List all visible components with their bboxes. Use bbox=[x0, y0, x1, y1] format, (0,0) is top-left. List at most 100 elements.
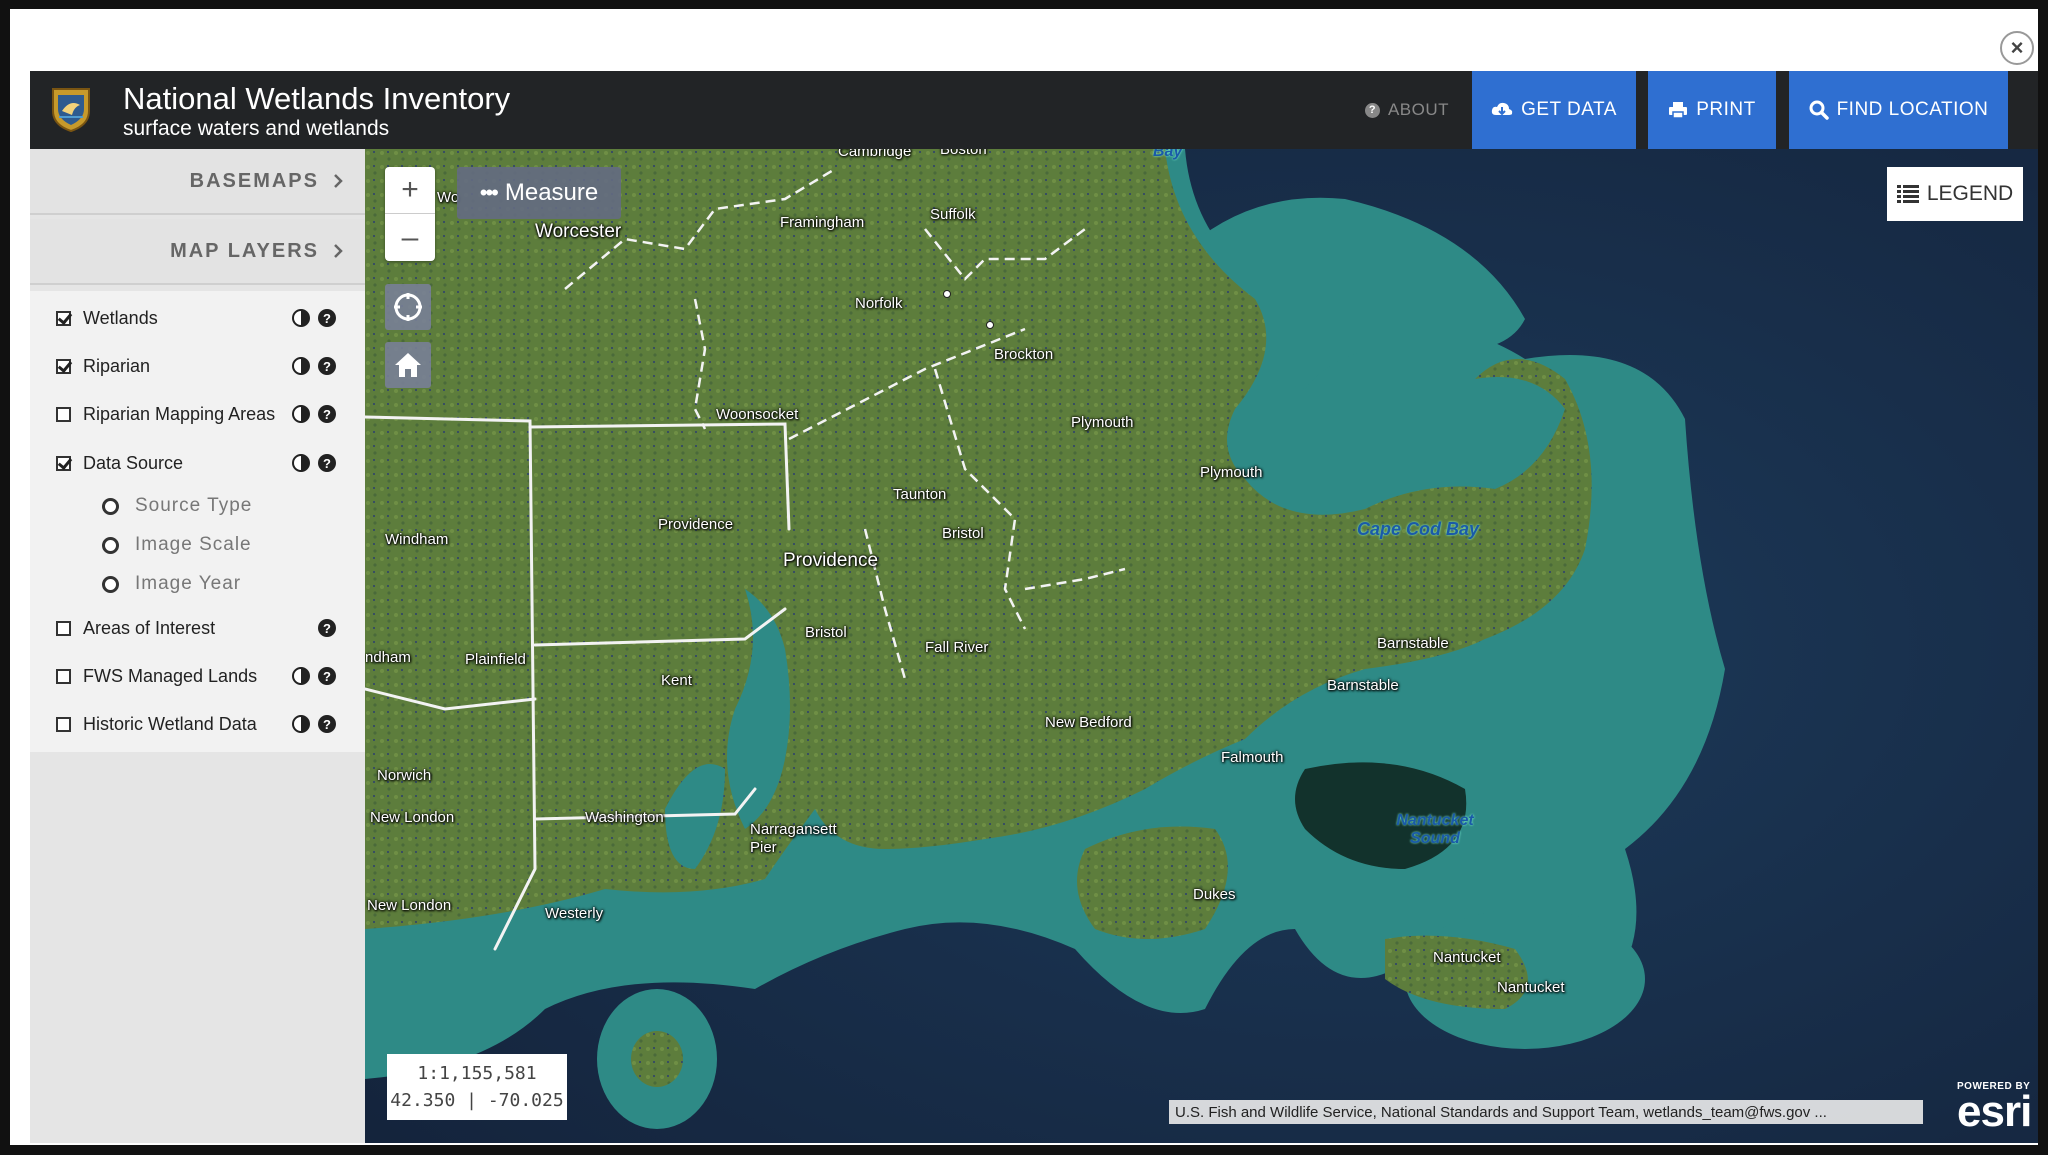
place-label: Barnstable bbox=[1377, 635, 1449, 652]
locate-button[interactable] bbox=[385, 284, 431, 330]
legend-button[interactable]: LEGEND bbox=[1887, 167, 2023, 221]
esri-logo: POWERED BY esri bbox=[1957, 1081, 2037, 1136]
place-label: Westerly bbox=[545, 905, 604, 922]
place-label: Norwich bbox=[377, 767, 432, 784]
radio-source-type[interactable] bbox=[102, 497, 119, 515]
sidebar: BASEMAPS MAP LAYERS Wetlands ? Riparian bbox=[30, 149, 365, 1143]
place-label: Washington bbox=[585, 809, 664, 826]
about-button[interactable]: ? ABOUT bbox=[1342, 71, 1472, 149]
place-label: Plainfield bbox=[465, 651, 526, 668]
help-icon[interactable]: ? bbox=[318, 357, 336, 375]
place-label: Taunton bbox=[893, 486, 947, 503]
place-label: Nantucket bbox=[1433, 949, 1501, 966]
home-icon bbox=[395, 353, 421, 377]
map-layers-panel-toggle[interactable]: MAP LAYERS bbox=[30, 219, 365, 285]
radio-image-scale[interactable] bbox=[102, 536, 119, 554]
print-button[interactable]: PRINT bbox=[1648, 71, 1776, 149]
home-button[interactable] bbox=[385, 342, 431, 388]
zoom-in-button[interactable]: + bbox=[385, 167, 435, 214]
place-label: Plymouth bbox=[1200, 464, 1263, 481]
opacity-icon[interactable] bbox=[292, 715, 310, 733]
layer-areas-of-interest-checkbox[interactable] bbox=[56, 620, 71, 636]
help-icon[interactable]: ? bbox=[318, 309, 336, 327]
water-label: Nantucket Sound bbox=[1396, 812, 1474, 847]
zoom-control: + – bbox=[385, 167, 435, 261]
place-label: Worcester bbox=[535, 221, 622, 242]
basemaps-panel-toggle[interactable]: BASEMAPS bbox=[30, 149, 365, 215]
measure-button[interactable]: ••• Measure bbox=[457, 167, 621, 219]
place-label: Cambridge bbox=[838, 149, 912, 160]
layer-wetlands-checkbox[interactable] bbox=[56, 310, 71, 326]
printer-icon bbox=[1669, 102, 1688, 119]
zoom-out-button[interactable]: – bbox=[385, 214, 435, 261]
fws-shield-logo bbox=[52, 88, 90, 133]
map-layers-label: MAP LAYERS bbox=[170, 239, 319, 262]
help-icon[interactable]: ? bbox=[318, 715, 336, 733]
dots-icon: ••• bbox=[479, 180, 499, 205]
place-label: Woonsocket bbox=[716, 406, 799, 423]
modal-frame: × National Wetlands Inventory surface wa… bbox=[10, 9, 2038, 1145]
radio-label: Image Year bbox=[135, 573, 242, 594]
esri-wordmark: esri bbox=[1957, 1087, 2032, 1136]
search-icon bbox=[1809, 100, 1829, 120]
radio-image-year[interactable] bbox=[102, 575, 119, 593]
opacity-icon[interactable] bbox=[292, 357, 310, 375]
scale-coordinates-box: 1:1,155,581 42.350 | -70.025 bbox=[387, 1054, 567, 1120]
help-icon[interactable]: ? bbox=[318, 667, 336, 685]
place-label: New London bbox=[367, 897, 452, 914]
cloud-download-icon bbox=[1491, 102, 1513, 116]
close-button[interactable]: × bbox=[2000, 31, 2034, 65]
place-label: Dukes bbox=[1193, 886, 1236, 903]
place-label: ndham bbox=[365, 649, 411, 666]
water-label: Cape Cod Bay bbox=[1357, 519, 1480, 539]
chevron-right-icon bbox=[334, 174, 343, 188]
list-icon bbox=[1896, 185, 1919, 203]
app-title: National Wetlands Inventory bbox=[123, 81, 511, 116]
help-icon[interactable]: ? bbox=[318, 454, 336, 472]
layer-riparian-mapping-areas-checkbox[interactable] bbox=[56, 406, 71, 422]
basemaps-label: BASEMAPS bbox=[189, 169, 319, 192]
place-label: Barnstable bbox=[1327, 677, 1399, 694]
layer-label: Riparian Mapping Areas bbox=[83, 403, 276, 424]
place-label: Brockton bbox=[994, 346, 1054, 363]
data-source-option-image-year: Image Year bbox=[102, 569, 241, 599]
layer-riparian-mapping-areas: Riparian Mapping Areas bbox=[56, 399, 356, 429]
place-label: Providence bbox=[658, 516, 734, 533]
place-label: Wo bbox=[437, 189, 460, 206]
place-label: New London bbox=[370, 809, 455, 826]
city-dot bbox=[943, 290, 951, 298]
measure-label: Measure bbox=[504, 179, 599, 206]
crosshair-icon bbox=[394, 293, 422, 321]
opacity-icon[interactable] bbox=[292, 667, 310, 685]
city-dot bbox=[986, 321, 994, 329]
opacity-icon[interactable] bbox=[292, 405, 310, 423]
layer-label: Riparian bbox=[83, 355, 151, 376]
layer-historic-wetland-data-checkbox[interactable] bbox=[56, 716, 71, 732]
layer-data-source-checkbox[interactable] bbox=[56, 455, 71, 471]
legend-label: LEGEND bbox=[1926, 182, 2014, 205]
layer-fws-managed-lands-checkbox[interactable] bbox=[56, 668, 71, 684]
get-data-button[interactable]: GET DATA bbox=[1472, 71, 1636, 149]
place-label: Narragansett bbox=[750, 821, 837, 838]
map-basemap bbox=[365, 149, 2038, 1143]
help-icon[interactable]: ? bbox=[318, 405, 336, 423]
place-label: Bristol bbox=[942, 525, 984, 542]
radio-label: Image Scale bbox=[135, 534, 252, 555]
opacity-icon[interactable] bbox=[292, 309, 310, 327]
map-view[interactable]: Cambridge Boston Bay Wo Worcester Framin… bbox=[365, 149, 2038, 1143]
place-label: Providence bbox=[783, 550, 879, 571]
find-location-button[interactable]: FIND LOCATION bbox=[1789, 71, 2008, 149]
help-icon[interactable]: ? bbox=[318, 619, 336, 637]
layer-areas-of-interest: Areas of Interest bbox=[56, 613, 356, 643]
layer-label: Data Source bbox=[83, 452, 184, 473]
place-label: Falmouth bbox=[1221, 749, 1284, 766]
layer-riparian-checkbox[interactable] bbox=[56, 358, 71, 374]
place-label: New Bedford bbox=[1045, 714, 1132, 731]
data-source-option-source-type: Source Type bbox=[102, 491, 252, 521]
place-label: Boston bbox=[940, 149, 987, 158]
opacity-icon[interactable] bbox=[292, 454, 310, 472]
find-location-label: FIND LOCATION bbox=[1836, 99, 1989, 120]
place-label: Fall River bbox=[925, 639, 989, 656]
layer-historic-wetland-data: Historic Wetland Data bbox=[56, 709, 356, 739]
map-coordinates: 42.350 | -70.025 bbox=[390, 1090, 564, 1111]
